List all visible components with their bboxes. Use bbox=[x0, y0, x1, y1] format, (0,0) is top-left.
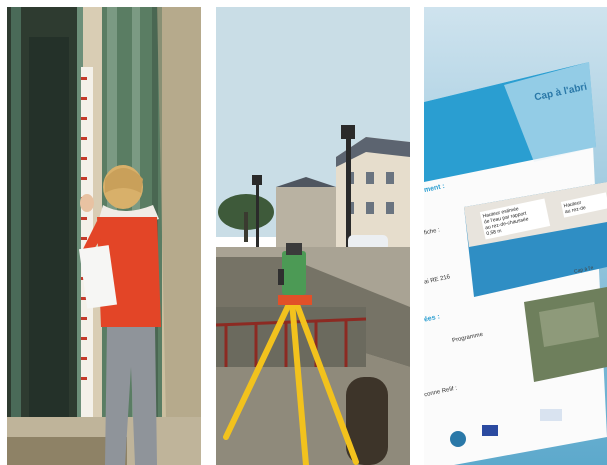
flood-measurement-photo bbox=[7, 7, 201, 465]
surveyor-tripod-photo bbox=[216, 7, 410, 465]
panel-surveyor-tripod bbox=[216, 7, 410, 465]
brochure-photo bbox=[424, 7, 607, 465]
panel-flood-measurement bbox=[7, 7, 201, 465]
panel-cap-a-labri-brochure: Cap à l'abri ment : fiche : ai RE 216 ée… bbox=[424, 7, 607, 465]
